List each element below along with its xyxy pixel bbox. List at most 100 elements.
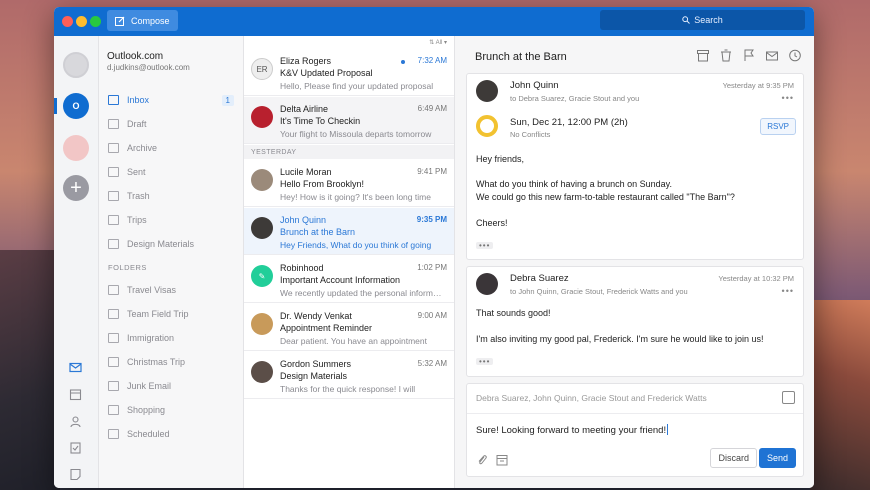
send-button[interactable]: Send <box>758 448 796 468</box>
message-time: Yesterday at 10:32 PM <box>718 274 794 283</box>
message-card: John Quinn to Debra Suarez, Gracie Stout… <box>466 73 804 260</box>
message-recipients: to Debra Suarez, Gracie Stout and you <box>510 94 640 103</box>
tasks-icon[interactable] <box>69 441 82 454</box>
avatar <box>251 169 273 191</box>
account-email: d.judkins@outlook.com <box>107 63 190 72</box>
mark-unread-icon[interactable] <box>765 49 779 62</box>
folder-design-materials[interactable]: Design Materials <box>99 232 243 256</box>
account-avatar-generic[interactable] <box>63 52 89 78</box>
calendar-icon[interactable] <box>69 388 82 401</box>
message-sender: Delta Airline <box>280 104 329 114</box>
folder-christmas-trip[interactable]: Christmas Trip <box>99 350 243 374</box>
message-time: 7:32 AM <box>417 56 447 65</box>
minimize-window-button[interactable] <box>76 16 87 27</box>
message-sender: Robinhood <box>280 263 324 273</box>
people-icon[interactable] <box>69 415 82 428</box>
message-preview: Thanks for the quick response! I will <box>280 384 416 394</box>
reply-recipients[interactable]: Debra Suarez, John Quinn, Gracie Stout a… <box>476 393 707 403</box>
expand-compose-icon[interactable] <box>782 391 795 404</box>
folder-label: Team Field Trip <box>127 309 189 319</box>
folder-team-field-trip[interactable]: Team Field Trip <box>99 302 243 326</box>
archive-icon <box>108 143 119 153</box>
calendar-event: Sun, Dec 21, 12:00 PM (2h) No Conflicts … <box>467 112 803 146</box>
message-preview: Hey! How is it going? It's been long tim… <box>280 192 431 202</box>
text-caret <box>667 424 669 435</box>
mail-icon[interactable] <box>69 361 82 374</box>
account-name: Outlook.com <box>107 51 164 62</box>
message-time: Yesterday at 9:35 PM <box>722 81 794 90</box>
archive-icon[interactable] <box>696 49 710 62</box>
more-options-icon[interactable]: ••• <box>782 286 794 296</box>
inbox-icon <box>108 95 119 105</box>
message-subject: Design Materials <box>280 371 348 381</box>
list-item[interactable]: Gordon Summers 5:32 AM Design Materials … <box>244 352 454 399</box>
snooze-clock-icon[interactable] <box>788 49 802 62</box>
desktop-background-right <box>810 300 870 490</box>
message-time: 9:00 AM <box>417 311 447 320</box>
avatar <box>476 273 498 295</box>
compose-button[interactable]: Compose <box>107 10 178 31</box>
folder-archive[interactable]: Archive <box>99 136 243 160</box>
folder-icon <box>108 285 119 295</box>
folders-heading: FOLDERS <box>108 262 147 272</box>
list-item[interactable]: Lucile Moran 9:41 PM Hello From Brooklyn… <box>244 160 454 207</box>
draft-icon <box>108 119 119 129</box>
list-item[interactable]: Dr. Wendy Venkat 9:00 AM Appointment Rem… <box>244 304 454 351</box>
folder-icon <box>108 381 119 391</box>
notes-icon[interactable] <box>69 468 82 481</box>
folder-sent[interactable]: Sent <box>99 160 243 184</box>
discard-button[interactable]: Discard <box>710 448 757 468</box>
message-subject: K&V Updated Proposal <box>280 68 373 78</box>
show-quoted-text-button[interactable]: ••• <box>476 242 494 250</box>
message-body-line: We could go this new farm-to-table resta… <box>476 192 735 202</box>
avatar: ER <box>251 58 273 80</box>
filter-dropdown[interactable]: ⇅ All ▾ <box>429 39 447 46</box>
mail-account-icon[interactable] <box>63 135 89 161</box>
list-item[interactable]: ER Eliza Rogers 7:32 AM K&V Updated Prop… <box>244 49 454 96</box>
folder-label: Design Materials <box>127 239 195 249</box>
close-window-button[interactable] <box>62 16 73 27</box>
folder-junk-email[interactable]: Junk Email <box>99 374 243 398</box>
message-preview: Your flight to Missoula departs tomorrow <box>280 129 432 139</box>
folder-trips[interactable]: Trips <box>99 208 243 232</box>
folder-label: Trips <box>127 215 147 225</box>
reply-compose-card: Debra Suarez, John Quinn, Gracie Stout a… <box>466 383 804 477</box>
show-quoted-text-button[interactable]: ••• <box>476 358 494 366</box>
outlook-account-icon[interactable]: O <box>63 93 89 119</box>
reading-pane: Brunch at the Barn John Quinn to Debra S… <box>455 36 814 488</box>
folder-label: Trash <box>127 191 150 201</box>
calendar-insert-icon[interactable] <box>496 454 508 466</box>
more-options-icon[interactable]: ••• <box>782 93 794 103</box>
avatar <box>251 217 273 239</box>
folder-immigration[interactable]: Immigration <box>99 326 243 350</box>
reply-body-input[interactable]: Sure! Looking forward to meeting your fr… <box>476 424 669 436</box>
message-recipients: to John Quinn, Gracie Stout, Frederick W… <box>510 287 688 296</box>
folder-draft[interactable]: Draft <box>99 112 243 136</box>
search-bar[interactable]: Search <box>600 10 805 30</box>
folders-pane: Outlook.com d.judkins@outlook.com Inbox … <box>99 36 244 488</box>
list-item[interactable]: ✎ Robinhood 1:02 PM Important Account In… <box>244 256 454 303</box>
folder-trash[interactable]: Trash <box>99 184 243 208</box>
folder-travel-visas[interactable]: Travel Visas <box>99 278 243 302</box>
folder-icon <box>108 215 119 225</box>
folder-icon <box>108 239 119 249</box>
attachment-icon[interactable] <box>476 454 488 466</box>
message-sender: John Quinn <box>510 80 559 91</box>
folder-inbox[interactable]: Inbox 1 <box>99 88 243 112</box>
list-item[interactable]: Delta Airline 6:49 AM It's Time To Check… <box>244 97 454 144</box>
message-body-line: What do you think of having a brunch on … <box>476 179 672 189</box>
list-item-selected[interactable]: John Quinn 9:35 PM Brunch at the Barn He… <box>244 208 454 255</box>
zoom-window-button[interactable] <box>90 16 101 27</box>
flag-icon[interactable] <box>742 49 756 62</box>
folder-shopping[interactable]: Shopping <box>99 398 243 422</box>
message-time: 5:32 AM <box>417 359 447 368</box>
app-window: Compose Search O + Outlook.com d.judkins… <box>54 7 814 488</box>
search-icon <box>682 16 691 24</box>
add-account-icon[interactable]: + <box>63 175 89 201</box>
avatar <box>476 80 498 102</box>
delete-icon[interactable] <box>719 49 733 62</box>
rsvp-button[interactable]: RSVP <box>760 118 796 135</box>
event-title: Sun, Dec 21, 12:00 PM (2h) <box>510 117 628 128</box>
message-body-line: Hey friends, <box>476 154 525 164</box>
folder-scheduled[interactable]: Scheduled <box>99 422 243 446</box>
